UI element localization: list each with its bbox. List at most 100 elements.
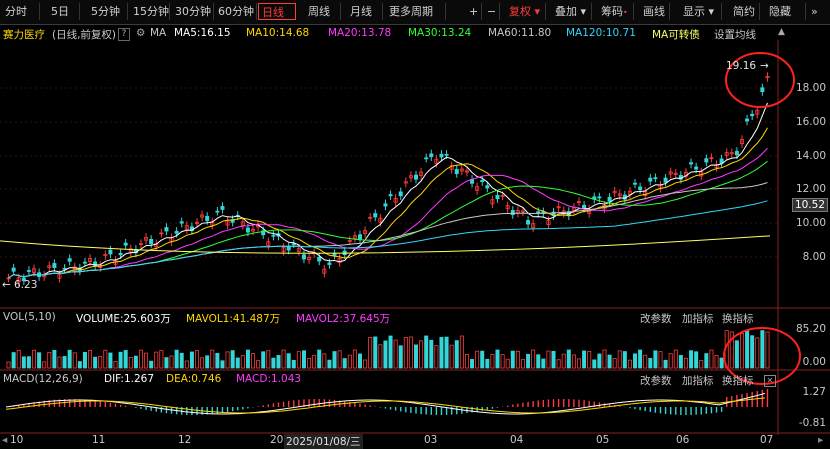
macd-close-icon[interactable]: ✕ xyxy=(764,375,776,387)
volume-bar xyxy=(342,358,347,369)
candle-body xyxy=(26,270,31,272)
period-5min[interactable]: 5分钟 xyxy=(88,3,128,20)
volume-bar xyxy=(307,357,312,369)
scroll-left-icon[interactable]: ◂ xyxy=(2,434,7,446)
vol-switch-indicator-button[interactable]: 换指标 xyxy=(722,311,754,326)
volume-bar xyxy=(200,357,205,369)
volume-bar xyxy=(88,350,93,369)
candle-body xyxy=(704,158,709,163)
ma20-value: MA20:13.78 xyxy=(328,27,392,39)
zoom-in-button[interactable]: + xyxy=(466,3,482,20)
candle-body xyxy=(245,227,250,233)
candle-body xyxy=(332,253,337,256)
volume-bar xyxy=(205,355,210,369)
ma-label: MA xyxy=(150,27,167,39)
volume-bar xyxy=(612,358,617,369)
macd-add-indicator-button[interactable]: 加指标 xyxy=(682,373,714,388)
period-weekly[interactable]: 周线 xyxy=(305,3,341,20)
volume-bar xyxy=(627,359,632,369)
period-15min[interactable]: 15分钟 xyxy=(130,3,170,20)
volume-bar xyxy=(520,359,525,369)
candle-body xyxy=(750,113,755,117)
candle-body xyxy=(663,177,668,183)
candle-body xyxy=(327,262,332,265)
price-tick: 14.00 xyxy=(795,150,826,162)
volume-bar xyxy=(159,350,164,369)
volume-bar xyxy=(571,354,576,369)
volume-bar xyxy=(138,349,143,369)
price-tick: 12.00 xyxy=(795,183,826,195)
volume-bar xyxy=(622,351,627,369)
volume-bar xyxy=(93,356,98,369)
volume-bar xyxy=(123,350,128,369)
hide-button[interactable]: 隐藏 xyxy=(766,3,806,20)
fuquan-button[interactable]: 复权 ▾ xyxy=(506,3,546,20)
volume-bar xyxy=(658,351,663,369)
candle-body xyxy=(429,153,434,158)
period-60min[interactable]: 60分钟 xyxy=(215,3,257,20)
volume-bar xyxy=(189,351,194,369)
macd-switch-indicator-button[interactable]: 换指标 xyxy=(722,373,754,388)
volume-bar xyxy=(663,359,668,369)
chip-button[interactable]: 筹码• xyxy=(598,3,634,20)
volume-bar xyxy=(714,355,719,369)
chevron-down-icon: ▾ xyxy=(708,5,715,18)
volume-bar xyxy=(602,349,607,369)
volume-bar xyxy=(128,357,133,369)
period-daily[interactable]: 日线 xyxy=(258,3,296,20)
vol-add-indicator-button[interactable]: 加指标 xyxy=(682,311,714,326)
candle-body xyxy=(205,215,210,221)
volume-bar xyxy=(500,354,505,369)
overlay-button[interactable]: 叠加 ▾ xyxy=(552,3,592,20)
gear-icon[interactable]: ⚙ xyxy=(136,27,145,39)
volume-bar xyxy=(459,335,464,369)
candle-body xyxy=(373,213,378,218)
volume-bar xyxy=(434,345,439,369)
period-fenshi[interactable]: 分时 xyxy=(2,3,40,20)
vol-mavol2: MAVOL2:37.645万 xyxy=(296,313,391,325)
double-chevron-right-icon[interactable]: » xyxy=(808,3,828,20)
x-tick: 11 xyxy=(92,434,106,446)
simple-button[interactable]: 简约 xyxy=(730,3,760,20)
volume-bar xyxy=(164,357,169,369)
volume-bar xyxy=(704,353,709,369)
volume-bar xyxy=(245,349,250,369)
volume-bar xyxy=(750,335,755,369)
volume-bar xyxy=(322,353,327,369)
volume-bar xyxy=(332,351,337,369)
period-more[interactable]: 更多周期 xyxy=(386,3,446,20)
candle-body xyxy=(52,263,57,268)
volume-bar xyxy=(301,350,306,369)
candle-body xyxy=(444,153,449,156)
volume-bar xyxy=(337,350,342,369)
period-monthly[interactable]: 月线 xyxy=(347,3,383,20)
caret-up-icon[interactable]: ▲ xyxy=(778,27,785,37)
x-tick: 04 xyxy=(510,434,524,446)
volume-bar xyxy=(678,355,683,369)
x-tick: 06 xyxy=(676,434,690,446)
candle-body xyxy=(439,153,444,158)
zoom-out-button[interactable]: − xyxy=(484,3,500,20)
volume-bar xyxy=(556,359,561,369)
volume-bar xyxy=(215,352,220,369)
volume-bar xyxy=(72,352,77,369)
volume-bar xyxy=(439,336,444,369)
fuquan-label: 复权 xyxy=(509,5,531,18)
volume-bar xyxy=(444,336,449,369)
volume-bar xyxy=(617,350,622,369)
draw-line-button[interactable]: 画线 xyxy=(640,3,670,20)
x-tick: 10 xyxy=(10,434,24,446)
period-30min[interactable]: 30分钟 xyxy=(172,3,214,20)
candle-body xyxy=(760,87,765,92)
volume-bar xyxy=(357,353,362,369)
volume-bar xyxy=(587,351,592,369)
display-button[interactable]: 显示 ▾ xyxy=(680,3,722,20)
candle-body xyxy=(82,261,87,264)
volume-bar xyxy=(179,352,184,369)
macd-edit-params-button[interactable]: 改参数 xyxy=(640,373,672,388)
vol-edit-params-button[interactable]: 改参数 xyxy=(640,311,672,326)
period-5day[interactable]: 5日 xyxy=(48,3,80,20)
vol-label: VOL(5,10) xyxy=(3,311,56,323)
scroll-right-icon[interactable]: ▸ xyxy=(818,434,823,446)
crosshair-date: 2025/01/08/三 xyxy=(284,434,363,449)
